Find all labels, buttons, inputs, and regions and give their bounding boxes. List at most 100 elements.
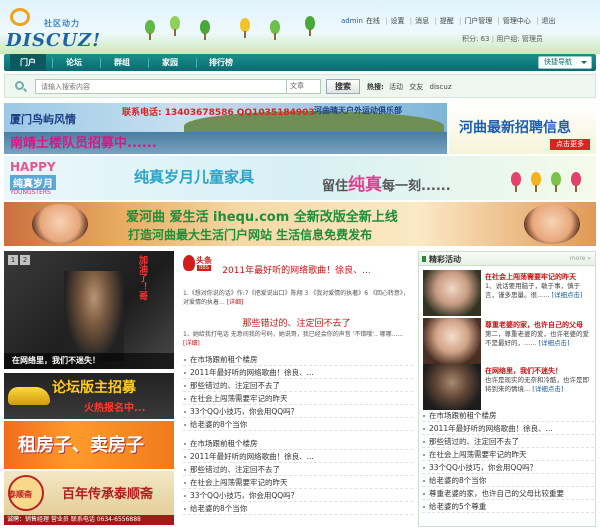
banner-sub: 纯真岁月: [10, 175, 56, 190]
banner-jobs[interactable]: 河曲最新招聘信息 点击更多: [449, 103, 596, 154]
list-item[interactable]: 给老婆的8个当你: [422, 474, 594, 487]
ad-taishunzhai[interactable]: 泰顺斋 百年传承泰顺斋 诚聘：销售经理 营业员 联系电话 0634-655688…: [4, 471, 174, 525]
user-nav: admin 在线 | 设置 | 消息 | 提醒 | 门户管理 | 管理中心 | 退出: [341, 17, 556, 25]
banner-more-button[interactable]: 点击更多: [550, 139, 590, 150]
banner-club: 河曲晴天户外运动俱乐部: [314, 106, 402, 115]
nav-item-portal[interactable]: 门户: [10, 54, 46, 71]
list-item[interactable]: 2011年最好听的网络歌曲！徐良、...: [183, 450, 413, 463]
search-input[interactable]: [35, 79, 287, 94]
banner-relaunch-line1: 爱河曲 爱生活 ihequ.com 全新改版全新上线: [126, 210, 398, 225]
hot-term[interactable]: discuz: [430, 83, 452, 91]
hot-term[interactable]: 交友: [409, 83, 423, 91]
main-nav: 门户 论坛 群组 家园 排行榜 快捷导航: [4, 54, 596, 71]
summary-text: 1、她给我打电话 无意间我的号码，她说哥，我已经会你的声音 '不错哦'.. 哪哪…: [183, 331, 404, 338]
search-icon: [15, 81, 24, 90]
list-item[interactable]: 给老婆的8个当你: [183, 418, 413, 431]
messages-link[interactable]: 消息: [415, 17, 429, 25]
slide-number[interactable]: 1: [8, 255, 18, 265]
list-item[interactable]: 33个QQ小技巧，你会用QQ吗？: [422, 461, 594, 474]
site-logo[interactable]: 社区动力 DISCUZ!: [4, 6, 100, 51]
nav-item-forum[interactable]: 论坛: [54, 54, 94, 71]
admin-center-link[interactable]: 管理中心: [503, 17, 531, 25]
ad-rent-house[interactable]: 租房子、卖房子: [4, 421, 174, 469]
headline-2[interactable]: 那些错过的、注定回不去了: [179, 316, 414, 329]
activity-photo[interactable]: [423, 270, 481, 316]
banner-model-photo: [32, 204, 88, 244]
slogan-a: 留住: [322, 179, 349, 194]
nav-divider: [100, 58, 101, 68]
activity-photo[interactable]: [423, 364, 481, 410]
banner-outdoor-club[interactable]: 厦门鸟屿风情 联系电话: 13403678586 QQ1035184903 河曲…: [4, 103, 447, 154]
settings-link[interactable]: 设置: [391, 17, 405, 25]
banner-model-photo: [524, 204, 580, 244]
nav-item-group[interactable]: 群组: [102, 54, 142, 71]
nav-divider: [148, 58, 149, 68]
slideshow[interactable]: 加油了！哥 1 2 在网络里，我们不迷失！: [4, 251, 174, 369]
activity-desc-text: 第二，尊重老婆的爱，也许老婆的爱不是最好的，......: [485, 330, 589, 347]
notices-link[interactable]: 提醒: [440, 17, 454, 25]
activity-detail-link[interactable]: [详细点击]: [538, 339, 569, 347]
hot-search-label: 热搜:: [367, 83, 384, 91]
activity-detail-link[interactable]: [详细点击]: [532, 385, 563, 393]
quick-nav-dropdown[interactable]: 快捷导航: [538, 56, 592, 69]
logout-link[interactable]: 退出: [542, 17, 556, 25]
ad-moderator-recruit[interactable]: 论坛版主招募 火热报名中...: [4, 373, 174, 419]
banner-furniture[interactable]: HAPPY 纯真岁月 YOUNGSTERS 纯真岁月儿童家具 留住纯真每一刻..…: [4, 156, 596, 200]
credits-link[interactable]: 积分: 63: [462, 35, 490, 43]
activity-item[interactable]: 在网络里，我们不迷失！ 也许是现实的无奈和冷酷，也许是即将到来的情境... [详…: [423, 364, 593, 410]
list-item[interactable]: 2011年最好听的网络歌曲！徐良、...: [183, 366, 413, 379]
activity-detail-link[interactable]: [详细点击]: [551, 291, 582, 299]
list-item[interactable]: 在社会上闯荡需要牢记的昨天: [183, 392, 413, 405]
list-item[interactable]: 33个QQ小技巧，你会用QQ吗？: [183, 489, 413, 502]
list-item[interactable]: 在市场跟前租个楼房: [422, 409, 594, 422]
slide-number[interactable]: 2: [20, 255, 30, 265]
nav-item-ranking[interactable]: 排行榜: [198, 54, 244, 71]
summary-text: 1.《想对你说的话》作:7《把爱说出口》陈翔 3 《我对爱情的执著》6 《回心转…: [183, 290, 409, 306]
headline-news: 头条 BBS 2011年最好听的网络歌曲！徐良、... 1.《想对你说的话》作:…: [179, 251, 414, 527]
list-item[interactable]: 在市场跟前租个楼房: [183, 437, 413, 450]
banner-recruit: 南靖土楼队员招募中......: [10, 136, 157, 151]
activity-photo[interactable]: [423, 318, 481, 364]
banner-phone: 联系电话: 13403678586 QQ1035184903: [122, 108, 315, 118]
online-status: 在线: [365, 17, 380, 25]
more-link[interactable]: more »: [570, 255, 591, 262]
search-bar: 文章 搜索 热搜: 活动 交友 discuz: [4, 74, 596, 98]
list-item[interactable]: 在社会上闯荡需要牢记的昨天: [183, 476, 413, 489]
activity-item[interactable]: 在社会上闯荡需要牢记的昨天 1、说话要用脑子，敏于事，慎于言，谨多思量。很...…: [423, 270, 593, 316]
news-list: 在市场跟前租个楼房 2011年最好听的网络歌曲！徐良、... 那些错过的、注定回…: [183, 353, 413, 431]
username-link[interactable]: admin: [341, 17, 363, 25]
hot-term[interactable]: 活动: [389, 83, 403, 91]
ad1-sub: 火热报名中...: [84, 403, 146, 414]
list-item[interactable]: 尊重老婆的家，也许自己的父母比较重要: [422, 487, 594, 500]
user-info: 积分: 63 | 用户组: 管理员: [462, 35, 543, 43]
portal-admin-link[interactable]: 门户管理: [464, 17, 492, 25]
activity-title[interactable]: 在社会上闯荡需要牢记的昨天: [485, 272, 576, 282]
nav-divider: [196, 58, 197, 68]
list-item[interactable]: 那些错过的、注定回不去了: [183, 463, 413, 476]
banner-jobs-title: 河曲最新招聘信息: [459, 120, 571, 136]
list-item[interactable]: 在市场跟前租个楼房: [183, 353, 413, 366]
detail-link[interactable]: [详细]: [227, 299, 244, 306]
hot-search: 热搜: 活动 交友 discuz: [367, 82, 456, 92]
list-item[interactable]: 在社会上闯荡需要牢记的昨天: [422, 448, 594, 461]
list-item[interactable]: 给老婆的8个当你: [183, 502, 413, 515]
slide-caption[interactable]: 在网络里，我们不迷失！: [4, 353, 174, 369]
activity-item[interactable]: 尊重老婆的家，也许自己的父母 第二，尊重老婆的爱，也许老婆的爱不是最好的，...…: [423, 318, 593, 364]
list-item[interactable]: 那些错过的、注定回不去了: [183, 379, 413, 392]
list-item[interactable]: 给老婆的5个尊重: [422, 500, 594, 513]
activity-title[interactable]: 在网络里，我们不迷失！: [485, 366, 562, 376]
list-item[interactable]: 33个QQ小技巧，你会用QQ吗？: [183, 405, 413, 418]
search-button[interactable]: 搜索: [326, 79, 360, 94]
activity-title[interactable]: 尊重老婆的家，也许自己的父母: [485, 320, 583, 330]
ad3-seal-name: 泰顺斋: [8, 490, 32, 499]
search-type-select[interactable]: 文章: [287, 79, 321, 94]
banner-happy: HAPPY: [10, 160, 56, 174]
banner-youngsters: YOUNGSTERS: [10, 189, 51, 196]
nav-item-home[interactable]: 家园: [150, 54, 190, 71]
list-item[interactable]: 那些错过的、注定回不去了: [422, 435, 594, 448]
logo-bubble-icon: [10, 8, 30, 26]
detail-link[interactable]: [详细]: [183, 340, 200, 347]
headline-1[interactable]: 2011年最好听的网络歌曲！徐良、...: [179, 263, 414, 276]
banner-site-relaunch[interactable]: 爱河曲 爱生活 ihequ.com 全新改版全新上线 打造河曲最大生活门户网站 …: [4, 202, 596, 246]
list-item[interactable]: 2011年最好听的网络歌曲！徐良、...: [422, 422, 594, 435]
